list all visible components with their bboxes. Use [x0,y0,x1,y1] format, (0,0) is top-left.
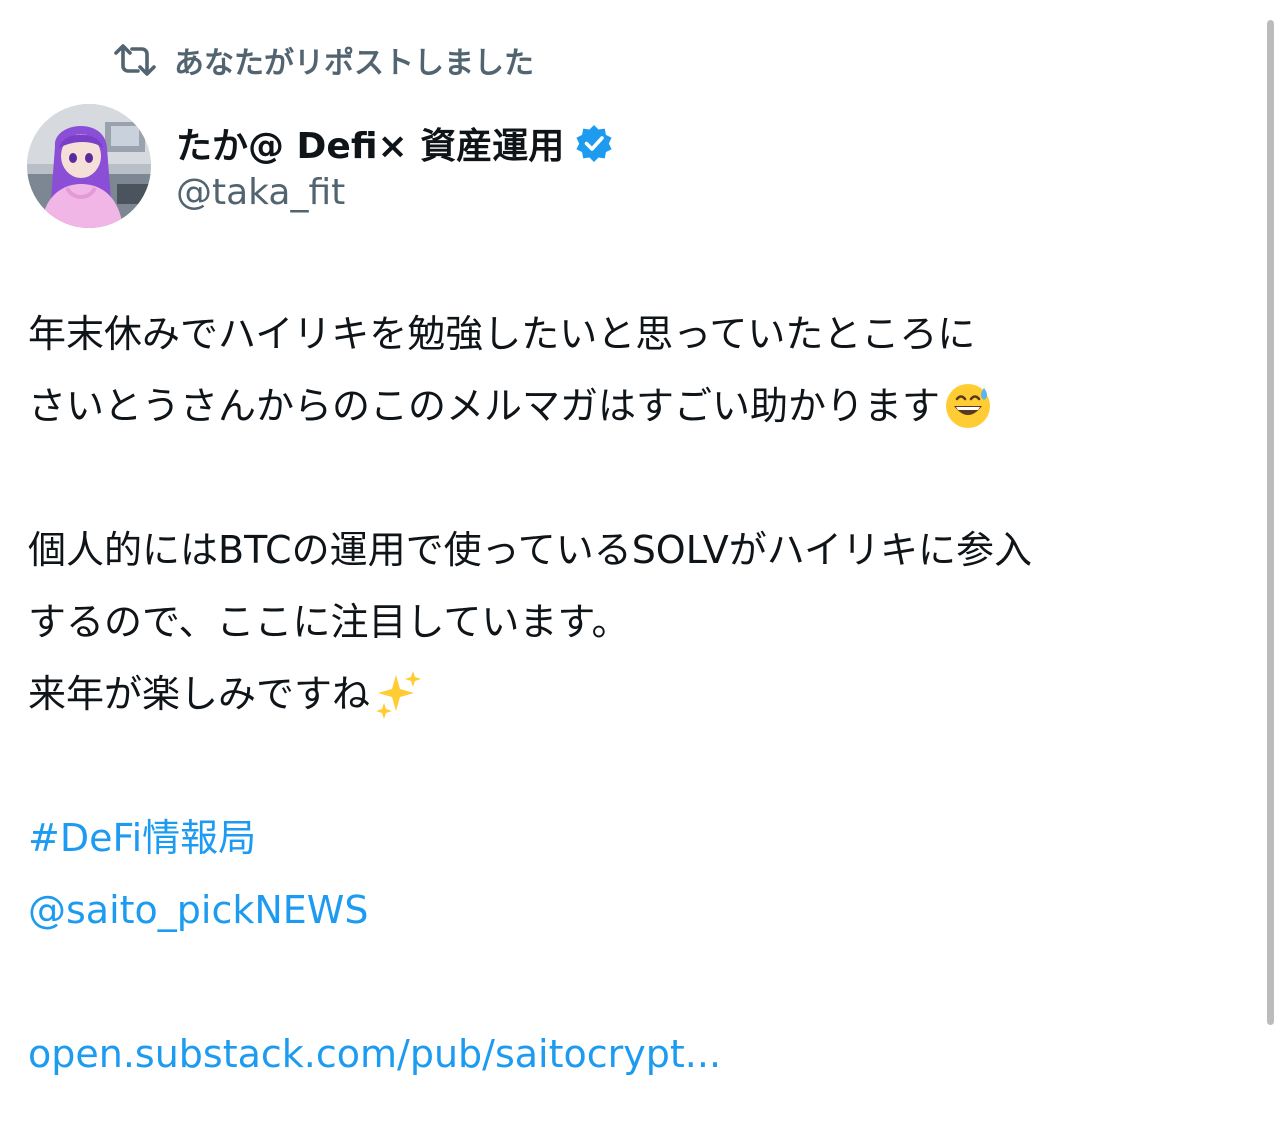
tweet-line-with-emoji: さいとうさんからのこのメルマガはすごい助かります [28,370,1248,442]
tweet-line: 個人的にはBTCの運用で使っているSOLVがハイリキに参入 [28,528,1032,572]
author-name-row: たか@ Defi× 資産運用 [176,116,614,170]
tweet-line: 年末休みでハイリキを勉強したいと思っていたところに [28,312,976,356]
hashtag-link[interactable]: #DeFi情報局 [28,802,1248,874]
repost-indicator[interactable]: あなたがリポストしました [114,38,534,82]
tweet-line-with-emoji: 来年が楽しみですね [28,658,1248,730]
tweet-text: 年末休みでハイリキを勉強したいと思っていたところに さいとうさんからのこのメルマ… [28,298,1248,1090]
tweet-line: するので、ここに注目しています。 [28,600,630,644]
sparkles-emoji [374,669,424,719]
repost-icon [114,42,156,78]
mention-link[interactable]: @saito_pickNEWS [28,874,1248,946]
author-name[interactable]: たか@ Defi× 資産運用 [176,117,564,169]
scrollbar[interactable] [1267,20,1274,1025]
external-link[interactable]: open.substack.com/pub/saitocrypt... [28,1018,1248,1090]
verified-badge-icon [574,123,614,163]
grinning-sweat-emoji [944,382,992,430]
author-block: たか@ Defi× 資産運用 @taka_fit [176,116,614,213]
repost-label: あなたがリポストしました [174,46,534,81]
tweet-line: さいとうさんからのこのメルマガはすごい助かります [28,384,941,428]
tweet-line: 来年が楽しみですね [28,672,371,716]
author-handle[interactable]: @taka_fit [176,172,614,213]
avatar[interactable] [27,104,151,228]
tweet-view: あなたがリポストしました たか@ Defi× 資産運用 @taka_fit 年末… [0,0,1284,1147]
